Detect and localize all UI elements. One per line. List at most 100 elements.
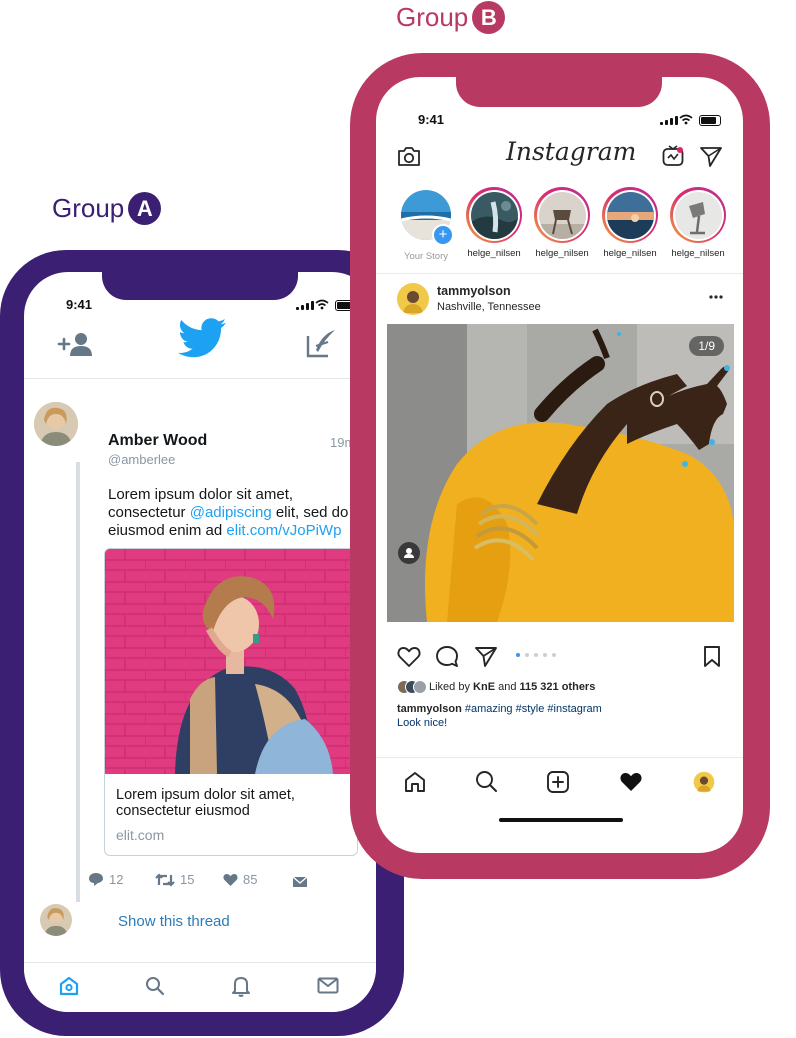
liked-by-user[interactable]: KnE bbox=[473, 681, 495, 693]
instagram-tab-bar bbox=[376, 757, 743, 810]
tweet-mention-link[interactable]: @adipiscing bbox=[190, 504, 272, 521]
group-a-text: Group bbox=[52, 193, 125, 223]
story-ring bbox=[534, 187, 590, 243]
twitter-bird-icon bbox=[178, 318, 226, 358]
twitter-header bbox=[24, 318, 376, 379]
avatar-photo bbox=[34, 402, 78, 446]
signal-icon bbox=[660, 115, 678, 125]
group-b-badge: B bbox=[472, 1, 506, 34]
tweet-author-handle[interactable]: @amberlee bbox=[108, 452, 175, 467]
post-avatar[interactable] bbox=[397, 283, 429, 315]
home-icon[interactable] bbox=[58, 975, 80, 997]
comment-icon[interactable] bbox=[435, 645, 459, 668]
post-caption: tammyolson #amazing #style #instagram Lo… bbox=[397, 702, 727, 730]
post-photo[interactable]: 1/9 bbox=[387, 324, 734, 622]
avatar[interactable] bbox=[40, 904, 72, 936]
battery-icon bbox=[699, 115, 721, 126]
liked-by-prefix: Liked by bbox=[429, 681, 474, 693]
group-b-label: Group B bbox=[396, 1, 506, 34]
heart-icon[interactable] bbox=[619, 771, 643, 792]
story-item[interactable]: helge_nilsen bbox=[531, 187, 593, 259]
instagram-logo: Instagram bbox=[506, 137, 637, 166]
share-icon[interactable] bbox=[474, 646, 498, 667]
status-time: 9:41 bbox=[66, 297, 93, 312]
liked-by-text: Liked by KnE and 115 321 others bbox=[429, 681, 595, 693]
phone-notch bbox=[456, 77, 662, 107]
heart-icon bbox=[223, 874, 238, 886]
instagram-phone-frame: 9:41 Instagram + Your Story helge_nilsen… bbox=[350, 53, 770, 879]
card-image bbox=[105, 549, 357, 774]
story-item[interactable]: helge_nilsen bbox=[463, 187, 525, 259]
phone-notch bbox=[102, 272, 298, 300]
search-icon[interactable] bbox=[145, 976, 165, 996]
post-username[interactable]: tammyolson bbox=[437, 284, 511, 298]
story-photo bbox=[674, 191, 722, 239]
twitter-tab-bar bbox=[24, 962, 376, 1012]
show-thread-link[interactable]: Show this thread bbox=[118, 913, 230, 930]
post-image bbox=[387, 324, 734, 622]
reply-action[interactable]: 12 bbox=[88, 872, 123, 887]
story-label: helge_nilsen bbox=[671, 248, 725, 259]
thread-line bbox=[76, 462, 80, 902]
retweet-action[interactable]: 15 bbox=[155, 872, 194, 887]
story-photo bbox=[470, 191, 518, 239]
add-post-icon[interactable] bbox=[546, 770, 570, 794]
status-time: 9:41 bbox=[418, 112, 445, 127]
retweet-icon bbox=[155, 872, 175, 887]
retweet-count: 15 bbox=[180, 872, 195, 887]
profile-avatar[interactable] bbox=[693, 771, 715, 793]
link-preview-card[interactable]: Lorem ipsum dolor sit amet, consectetur … bbox=[104, 548, 358, 856]
caption-username[interactable]: tammyolson bbox=[397, 703, 462, 715]
messages-icon[interactable] bbox=[317, 977, 339, 994]
group-a-badge: A bbox=[128, 192, 162, 225]
twitter-screen: 9:41 Amber Wood @amberlee 19m Lorem ipsu… bbox=[24, 272, 376, 1012]
bookmark-icon[interactable] bbox=[702, 645, 722, 668]
story-photo bbox=[538, 191, 586, 239]
tweet-url-link[interactable]: elit.com/vJoPiWp bbox=[226, 522, 341, 539]
notifications-icon[interactable] bbox=[231, 975, 251, 997]
wifi-icon bbox=[315, 299, 329, 310]
like-action[interactable]: 85 bbox=[223, 872, 257, 887]
signal-icon bbox=[296, 300, 314, 310]
caption-text: Look nice! bbox=[397, 717, 448, 729]
caption-hashtags[interactable]: #amazing #style #instagram bbox=[462, 703, 602, 715]
camera-icon[interactable] bbox=[397, 146, 421, 167]
twitter-phone-frame: 9:41 Amber Wood @amberlee 19m Lorem ipsu… bbox=[0, 250, 404, 1036]
group-a-label: Group A bbox=[52, 192, 162, 225]
liked-by-mid: and bbox=[495, 681, 520, 693]
home-indicator bbox=[499, 818, 623, 822]
avatar-photo bbox=[40, 904, 72, 936]
story-your-story[interactable]: + Your Story bbox=[395, 187, 457, 262]
post-location[interactable]: Nashville, Tennessee bbox=[437, 301, 541, 313]
reply-count: 12 bbox=[109, 872, 124, 887]
story-photo bbox=[606, 191, 654, 239]
compose-icon[interactable] bbox=[304, 328, 338, 358]
story-item[interactable]: helge_nilsen bbox=[667, 187, 729, 259]
story-ring bbox=[466, 187, 522, 243]
liked-by-avatars[interactable] bbox=[397, 680, 427, 694]
like-heart-icon[interactable] bbox=[397, 646, 421, 667]
tweet-author-name[interactable]: Amber Wood bbox=[108, 432, 207, 450]
more-options-icon[interactable] bbox=[709, 295, 723, 299]
story-label: helge_nilsen bbox=[535, 248, 589, 259]
search-icon[interactable] bbox=[475, 770, 498, 793]
group-b-text: Group bbox=[396, 2, 469, 32]
photo-counter: 1/9 bbox=[689, 336, 724, 356]
add-story-plus-icon[interactable]: + bbox=[432, 224, 454, 246]
story-label: Your Story bbox=[403, 251, 448, 262]
liked-by-count[interactable]: 115 321 others bbox=[520, 681, 596, 693]
story-item[interactable]: helge_nilsen bbox=[599, 187, 661, 259]
wifi-icon bbox=[679, 114, 693, 125]
add-user-icon[interactable] bbox=[57, 330, 97, 358]
story-label: helge_nilsen bbox=[603, 248, 657, 259]
igtv-icon[interactable] bbox=[662, 145, 684, 167]
tweet-text: Lorem ipsum dolor sit amet, consectetur … bbox=[108, 486, 370, 540]
direct-message-icon[interactable] bbox=[292, 876, 308, 888]
instagram-screen: 9:41 Instagram + Your Story helge_nilsen… bbox=[376, 77, 743, 853]
home-icon[interactable] bbox=[403, 770, 427, 794]
your-story-avatar: + bbox=[398, 190, 454, 246]
direct-message-icon[interactable] bbox=[699, 146, 723, 167]
avatar[interactable] bbox=[34, 402, 78, 446]
stories-row: + Your Story helge_nilsen helge_nilsen h… bbox=[376, 177, 743, 274]
tagged-users-icon[interactable] bbox=[398, 542, 420, 564]
